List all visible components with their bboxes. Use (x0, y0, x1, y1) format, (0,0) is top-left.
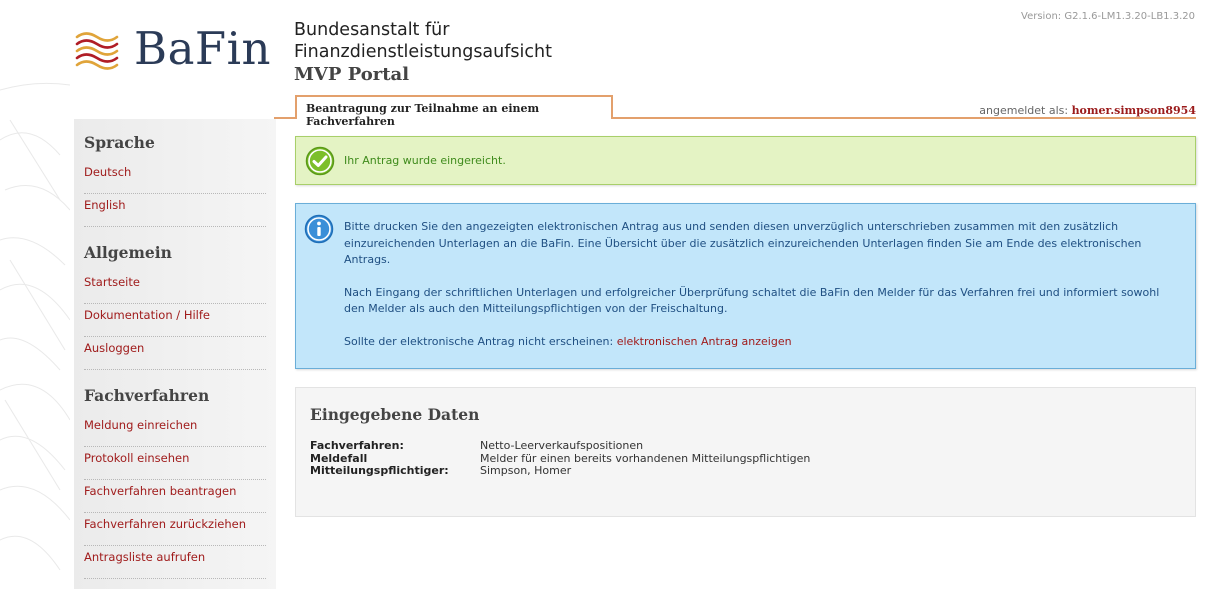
background-decoration (0, 82, 70, 571)
sidebar-item-fachverfahren-zurueckziehen[interactable]: Fachverfahren zurückziehen (84, 513, 266, 546)
show-application-link[interactable]: elektronischen Antrag anzeigen (617, 335, 792, 348)
sidebar-item-protokoll-einsehen[interactable]: Protokoll einsehen (84, 447, 266, 480)
entered-data-panel: Eingegebene Daten Fachverfahren: Netto-L… (295, 387, 1196, 517)
sidebar-item-dokumentation[interactable]: Dokumentation / Hilfe (84, 304, 266, 337)
info-message-box: Bitte drucken Sie den angezeigten elektr… (295, 203, 1196, 369)
row-label: Mitteilungspflichtiger: (310, 464, 449, 477)
org-name: Bundesanstalt für Finanzdienstleistungsa… (294, 19, 552, 87)
row-value: Simpson, Homer (480, 464, 572, 477)
success-message: Ihr Antrag wurde eingereicht. (344, 154, 506, 167)
info-icon (304, 214, 334, 244)
info-paragraph-3: Sollte der elektronische Antrag nicht er… (344, 334, 1175, 351)
entered-data-title: Eingegebene Daten (310, 405, 480, 424)
success-message-box: Ihr Antrag wurde eingereicht. (295, 136, 1196, 185)
sidebar-heading-allgemein: Allgemein (84, 243, 172, 262)
version-label: Version: G2.1.6-LM1.3.20-LB1.3.20 (1021, 11, 1195, 22)
sidebar: Sprache Deutsch English Allgemein Starts… (74, 119, 276, 589)
bafin-logo[interactable]: BaFin (74, 22, 271, 75)
info-text: Bitte drucken Sie den angezeigten elektr… (344, 219, 1175, 350)
sidebar-item-ausloggen[interactable]: Ausloggen (84, 337, 266, 370)
sidebar-item-deutsch[interactable]: Deutsch (84, 161, 266, 194)
sidebar-item-antragsliste-aufrufen[interactable]: Antragsliste aufrufen (84, 546, 266, 579)
portal-title: MVP Portal (294, 64, 410, 85)
entered-data-table: Fachverfahren: Netto-Leerverkaufspositio… (310, 439, 810, 478)
sidebar-item-meldung-einreichen[interactable]: Meldung einreichen (84, 414, 266, 447)
logo-text: BaFin (134, 22, 271, 75)
login-user: homer.simpson8954 (1071, 104, 1196, 117)
row-value: Netto-Leerverkaufspositionen (480, 439, 644, 452)
sidebar-heading-fachverfahren: Fachverfahren (84, 386, 210, 405)
org-line-2: Finanzdienstleistungsaufsicht (294, 42, 552, 62)
info-paragraph-2: Nach Eingang der schriftlichen Unterlage… (344, 285, 1160, 316)
sidebar-item-fachverfahren-beantragen[interactable]: Fachverfahren beantragen (84, 480, 266, 513)
login-prefix: angemeldet als: (979, 104, 1069, 117)
info-paragraph-1: Bitte drucken Sie den angezeigten elektr… (344, 220, 1142, 266)
login-info: angemeldet als: homer.simpson8954 (979, 104, 1196, 117)
tab-beantragung[interactable]: Beantragung zur Teilnahme an einem Fachv… (295, 95, 613, 128)
sidebar-item-startseite[interactable]: Startseite (84, 271, 266, 304)
info-paragraph-3-prefix: Sollte der elektronische Antrag nicht er… (344, 334, 614, 348)
table-row: Mitteilungspflichtiger: Simpson, Homer (310, 464, 810, 478)
org-line-1: Bundesanstalt für (294, 20, 450, 40)
checkmark-icon (305, 146, 335, 176)
sidebar-heading-sprache: Sprache (84, 133, 155, 152)
bafin-logo-icon (75, 31, 119, 70)
sidebar-item-english[interactable]: English (84, 194, 266, 227)
row-label: Fachverfahren: (310, 439, 404, 452)
table-row: Fachverfahren: Netto-Leerverkaufspositio… (310, 439, 810, 453)
